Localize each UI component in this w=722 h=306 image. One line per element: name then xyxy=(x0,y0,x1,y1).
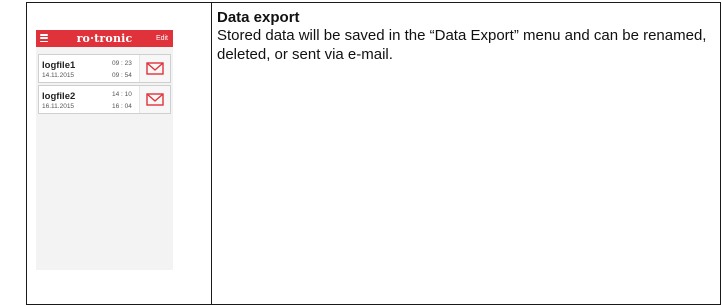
app-header: ro·tronic Edit xyxy=(36,30,173,47)
start-time: 14 : 10 xyxy=(112,91,132,98)
send-email-button[interactable] xyxy=(139,55,170,82)
start-time: 09 : 23 xyxy=(112,60,132,67)
edit-button[interactable]: Edit xyxy=(156,30,168,47)
list-item[interactable]: logfile1 14.11.2015 09 : 23 09 : 54 xyxy=(38,54,171,83)
table-frame: ro·tronic Edit logfile1 14.11.2015 09 : … xyxy=(26,2,721,305)
brand-logo: ro·tronic xyxy=(76,32,133,45)
list-item[interactable]: logfile2 16.11.2015 14 : 10 16 : 04 xyxy=(38,85,171,114)
section-title: Data export xyxy=(217,9,300,26)
section-body: Stored data will be saved in the “Data E… xyxy=(217,27,707,63)
description-block: Data export Stored data will be saved in… xyxy=(217,9,720,64)
end-time: 09 : 54 xyxy=(112,72,132,79)
file-date: 14.11.2015 xyxy=(42,72,75,79)
end-time: 16 : 04 xyxy=(112,103,132,110)
file-name: logfile1 xyxy=(42,60,76,71)
mail-icon xyxy=(146,62,164,75)
column-divider xyxy=(211,3,212,304)
mail-icon xyxy=(146,93,164,106)
file-date: 16.11.2015 xyxy=(42,103,75,110)
file-name: logfile2 xyxy=(42,91,76,102)
send-email-button[interactable] xyxy=(139,86,170,113)
phone-screenshot: ro·tronic Edit logfile1 14.11.2015 09 : … xyxy=(36,30,173,270)
